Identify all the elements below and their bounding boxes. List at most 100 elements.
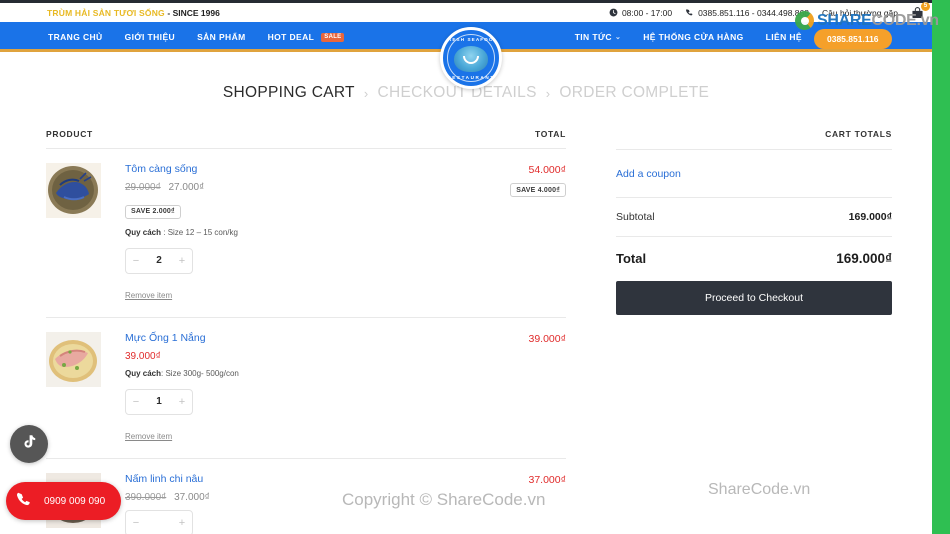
status-badge: SAVE 4.000₫ [510, 183, 566, 197]
total-row: Total 169.000₫ [616, 237, 892, 281]
proceed-to-checkout-button[interactable]: Proceed to Checkout [616, 281, 892, 315]
cart-items-table: PRODUCT TOTAL Tôm càng sống 29.000₫ 27.0… [46, 129, 566, 534]
since-text: - SINCE 1996 [167, 7, 220, 18]
line-total-amount: 39.000₫ [528, 332, 566, 345]
nav-label: HOT DEAL [267, 32, 315, 42]
price-current: 37.000₫ [174, 491, 210, 503]
product-price-line: 390.000₫ 37.000₫ [125, 492, 474, 503]
column-header-product: PRODUCT [46, 129, 93, 139]
spec-separator: : [161, 227, 168, 237]
header-phone-numbers[interactable]: 0385.851.116 - 0344.498.868 [685, 8, 809, 18]
chevron-down-icon: ⌄ [614, 34, 622, 41]
cart-item-details: Mực Ống 1 Nắng 39.000₫ Quy cách: Size 30… [125, 332, 474, 444]
site-logo[interactable]: FRESH SEAFOOD RESTAURANT [440, 27, 502, 89]
spec-label: Quy cách [125, 227, 162, 237]
price-current: 39.000₫ [125, 350, 161, 362]
cart-layout: PRODUCT TOTAL Tôm càng sống 29.000₫ 27.0… [0, 129, 932, 534]
nav-item-tin-tuc[interactable]: TIN TỨC ⌄ [575, 32, 622, 42]
cart-count-badge: 5 [921, 1, 930, 11]
table-row: Nấm linh chi nâu 390.000₫ 37.000₫ − + 37… [46, 459, 566, 534]
header-cart-button[interactable]: 5 [911, 1, 930, 19]
quantity-increase-button[interactable]: + [172, 255, 192, 267]
product-spec: Quy cách : Size 12 – 15 con/kg [125, 228, 474, 237]
quantity-increase-button[interactable]: + [172, 396, 192, 408]
price-current: 27.000₫ [168, 182, 205, 193]
top-utility-bar: TRÙM HẢI SẢN TƯƠI SỐNG - SINCE 1996 08:0… [0, 0, 932, 22]
tagline-text: TRÙM HẢI SẢN TƯƠI SỐNG [47, 7, 165, 18]
product-name-link[interactable]: Tôm càng sống [125, 163, 474, 175]
site-tagline: TRÙM HẢI SẢN TƯƠI SỐNG - SINCE 1996 [47, 8, 220, 18]
product-name-link[interactable]: Nấm linh chi nâu [125, 473, 474, 485]
subtotal-label: Subtotal [616, 211, 655, 223]
shrimp-photo[interactable] [46, 163, 101, 218]
product-name-link[interactable]: Mực Ống 1 Nắng [125, 332, 474, 344]
product-price-line: 39.000₫ [125, 351, 474, 362]
logo-emblem-inner [463, 56, 479, 65]
table-row: Mực Ống 1 Nắng 39.000₫ Quy cách: Size 30… [46, 318, 566, 459]
remove-item-link[interactable]: Remove item [125, 432, 172, 441]
quantity-value[interactable]: 2 [156, 255, 162, 266]
nav-item-lien-he[interactable]: LIÊN HỆ [766, 32, 802, 42]
step-shopping-cart[interactable]: SHOPPING CART [223, 84, 355, 102]
nav-hotline-button[interactable]: 0385.851.116 [814, 29, 892, 49]
total-value: 169.000₫ [836, 251, 892, 266]
nav-item-san-pham[interactable]: SẢN PHẨM [197, 32, 246, 42]
remove-item-link[interactable]: Remove item [125, 291, 172, 300]
faq-link[interactable]: Câu hỏi thường gặp [822, 8, 898, 18]
tiktok-icon [20, 433, 38, 456]
nav-item-he-thong-cua-hang[interactable]: HỆ THỐNG CỬA HÀNG [643, 32, 743, 42]
nav-label: SẢN PHẨM [197, 32, 246, 42]
crab-emblem-icon [454, 45, 488, 72]
phone-numbers-text: 0385.851.116 - 0344.498.868 [698, 7, 809, 18]
step-order-complete[interactable]: ORDER COMPLETE [559, 84, 709, 102]
phone-handset-icon [15, 491, 31, 512]
product-price-line: 29.000₫ 27.000₫ [125, 182, 474, 193]
quantity-increase-button[interactable]: + [172, 517, 192, 529]
subtotal-row: Subtotal 169.000₫ [616, 198, 892, 237]
table-row: Tôm càng sống 29.000₫ 27.000₫ SAVE 2.000… [46, 149, 566, 318]
column-header-total: TOTAL [534, 129, 566, 139]
nav-hotline-text: 0385.851.116 [827, 34, 879, 44]
cart-totals-heading: CART TOTALS [616, 129, 892, 150]
nav-label: TIN TỨC [574, 32, 612, 42]
product-spec: Quy cách: Size 300g- 500g/con [125, 369, 474, 378]
opening-hours-text: 08:00 - 17:00 [621, 7, 673, 18]
clock-icon [609, 8, 618, 17]
browser-viewport: TRÙM HẢI SẢN TƯƠI SỐNG - SINCE 1996 08:0… [0, 0, 950, 534]
page-content: TRÙM HẢI SẢN TƯƠI SỐNG - SINCE 1996 08:0… [0, 0, 932, 534]
quantity-value[interactable]: 1 [156, 396, 162, 407]
cart-item-total: 37.000₫ [474, 473, 566, 534]
subtotal-value: 169.000₫ [848, 211, 892, 223]
status-badge: SAVE 2.000₫ [125, 204, 181, 219]
nav-item-gioi-thieu[interactable]: GIỚI THIỆU [125, 32, 175, 42]
nav-label: LIÊN HỆ [765, 32, 802, 42]
faq-label: Câu hỏi thường gặp [821, 7, 898, 18]
step-checkout-details[interactable]: CHECKOUT DETAILS [377, 84, 536, 102]
phone-icon [685, 8, 694, 17]
quantity-stepper[interactable]: − 1 + [125, 388, 193, 415]
quantity-stepper[interactable]: − 2 + [125, 247, 193, 274]
add-coupon-link[interactable]: Add a coupon [616, 168, 681, 180]
coupon-row: Add a coupon [616, 150, 892, 198]
tiktok-float-button[interactable] [10, 425, 48, 463]
nav-right-group: TIN TỨC ⌄ HỆ THỐNG CỬA HÀNG LIÊN HỆ [575, 22, 802, 52]
nav-item-trang-chu[interactable]: TRANG CHỦ [48, 32, 103, 42]
nav-item-hot-deal[interactable]: HOT DEAL SALE [268, 32, 345, 42]
quantity-stepper[interactable]: − + [125, 509, 193, 534]
cart-totals-panel: CART TOTALS Add a coupon Subtotal 169.00… [616, 129, 892, 534]
nav-label: HỆ THỐNG CỬA HÀNG [643, 32, 744, 42]
page-scrollbar-track[interactable] [933, 0, 942, 534]
squid-photo[interactable] [46, 331, 101, 387]
cart-item-total: 39.000₫ [474, 332, 566, 444]
quantity-decrease-button[interactable]: − [126, 255, 146, 267]
nav-label: TRANG CHỦ [48, 32, 103, 42]
cart-item-total: 54.000₫ SAVE 4.000₫ [474, 163, 566, 303]
spec-value: Size 300g- 500g/con [165, 368, 239, 378]
sale-badge: SALE [321, 32, 345, 42]
chevron-right-icon: › [363, 85, 369, 101]
hotline-float-button[interactable]: 0909 009 090 [6, 482, 122, 520]
nav-left-group: TRANG CHỦ GIỚI THIỆU SẢN PHẨM HOT DEAL S… [48, 22, 345, 52]
quantity-decrease-button[interactable]: − [126, 517, 146, 529]
logo-top-text: FRESH SEAFOOD [444, 37, 498, 42]
quantity-decrease-button[interactable]: − [126, 396, 146, 408]
